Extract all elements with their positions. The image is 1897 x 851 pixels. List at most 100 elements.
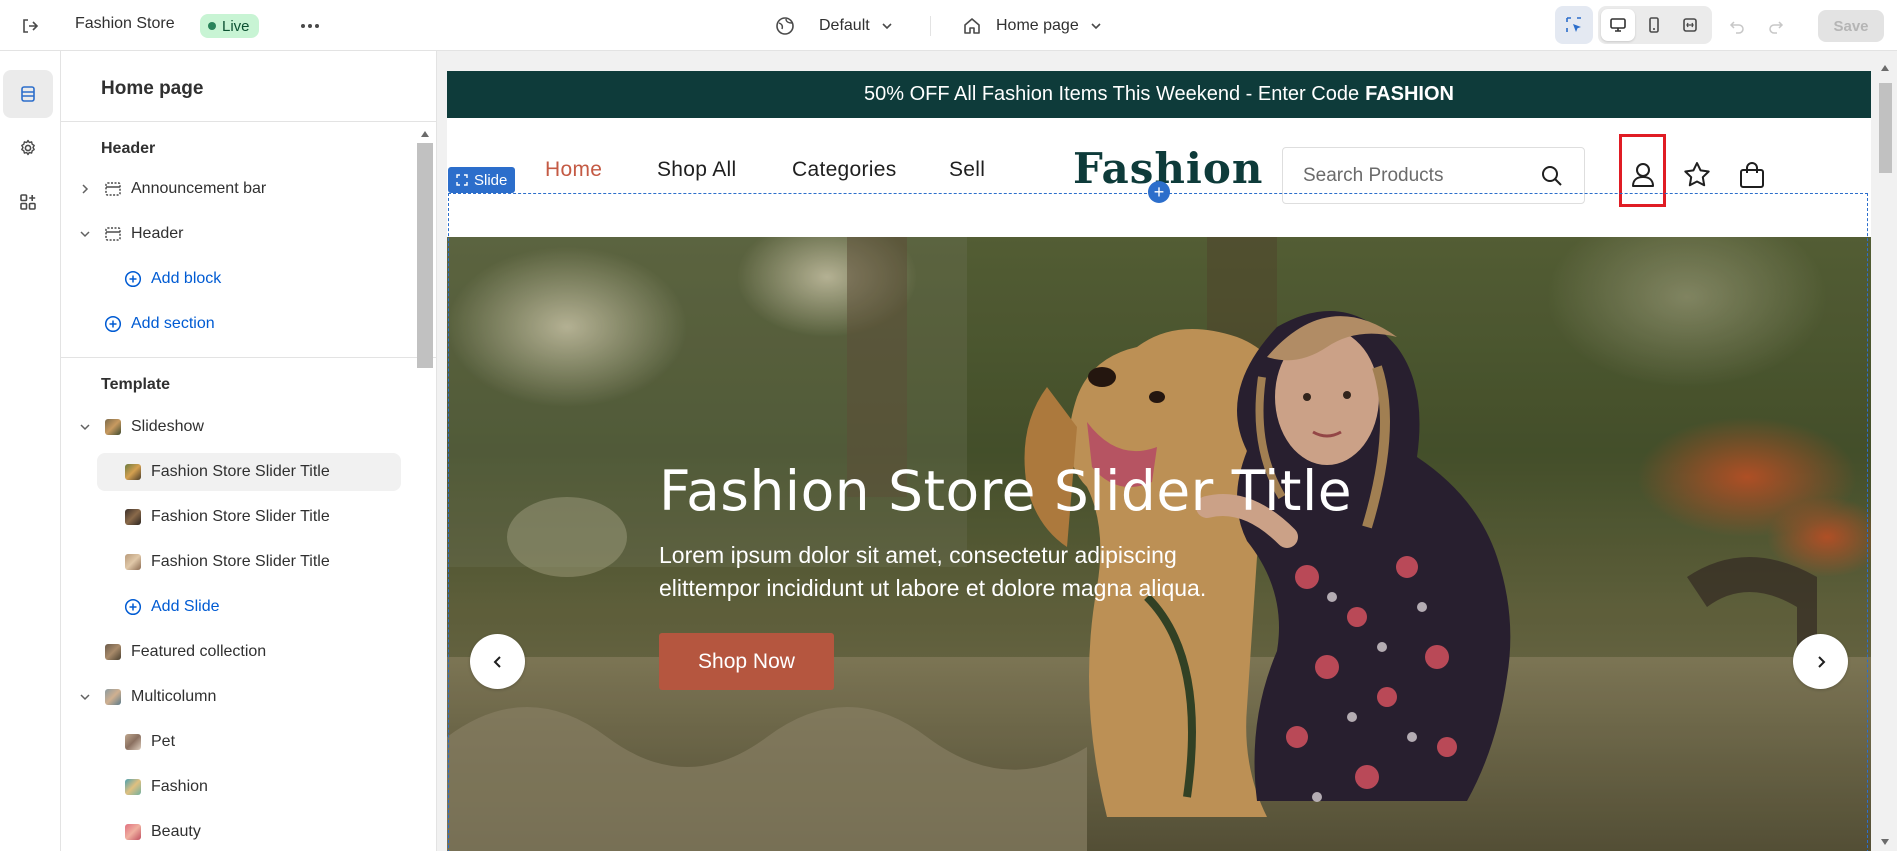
sidebar-item-label: Beauty — [151, 823, 201, 840]
search-icon — [1542, 165, 1562, 186]
add-block-label: Add block — [151, 270, 222, 287]
section-icon — [103, 179, 123, 199]
sidebar-item-featured-collection[interactable]: Featured collection — [103, 633, 423, 671]
plus-circle-icon — [123, 269, 143, 289]
apps-nav-button[interactable] — [3, 178, 53, 226]
device-switcher — [1598, 6, 1712, 44]
home-icon — [964, 18, 980, 34]
desktop-view-button[interactable] — [1601, 9, 1635, 41]
sidebar-item-label: Fashion — [151, 778, 208, 795]
status-badge-label: Live — [222, 17, 250, 35]
template-group-label: Template — [101, 376, 171, 393]
theme-selector[interactable]: Default — [775, 13, 894, 39]
preview-scrollbar[interactable] — [1874, 51, 1897, 851]
add-section-plus-icon[interactable]: + — [1148, 181, 1170, 203]
scroll-up-arrow-icon[interactable] — [1881, 65, 1889, 71]
sidebar-item-fashion[interactable]: Fashion — [123, 768, 436, 806]
editor-topbar: Fashion Store Live Default Home page Sav… — [0, 0, 1897, 51]
announcement-text: 50% OFF All Fashion Items This Weekend -… — [864, 83, 1360, 105]
selected-section-outline — [448, 193, 1868, 851]
chevron-down-icon[interactable] — [77, 691, 93, 703]
sidebar-item-label: Fashion Store Slider Title — [151, 553, 330, 570]
theme-settings-button[interactable] — [3, 124, 53, 172]
mobile-icon — [1649, 17, 1659, 33]
sidebar-item-label: Multicolumn — [131, 688, 217, 705]
nav-link-home[interactable]: Home — [545, 158, 602, 182]
gear-icon — [21, 139, 35, 156]
wishlist-star-icon[interactable] — [1680, 158, 1714, 192]
chevron-down-icon[interactable] — [77, 421, 93, 433]
slideshow-thumbnail-icon — [103, 417, 123, 437]
mobile-view-button[interactable] — [1637, 9, 1671, 41]
add-slide-button[interactable]: Add Slide — [123, 588, 436, 626]
sections-icon — [21, 86, 35, 102]
sidebar-item-label: Slideshow — [131, 418, 204, 435]
storefront-preview: 50% OFF All Fashion Items This Weekend -… — [447, 71, 1871, 851]
divider — [930, 16, 931, 36]
exit-icon[interactable] — [18, 14, 42, 38]
cart-bag-icon[interactable] — [1735, 158, 1769, 192]
status-badge: Live — [200, 14, 259, 38]
select-cursor-icon — [1566, 17, 1581, 32]
multicolumn-thumbnail-icon — [103, 687, 123, 707]
redo-icon[interactable] — [1765, 15, 1787, 37]
sidebar-item-label: Fashion Store Slider Title — [151, 463, 330, 480]
slide-thumbnail-icon — [123, 507, 143, 527]
scroll-up-arrow-icon[interactable] — [421, 131, 429, 137]
sidebar-item-beauty[interactable]: Beauty — [123, 813, 436, 851]
apps-icon — [20, 194, 36, 210]
sidebar-item-slideshow[interactable]: Slideshow — [77, 408, 397, 446]
store-name: Fashion Store — [75, 15, 175, 32]
desktop-icon — [1610, 18, 1626, 32]
sidebar-title: Home page — [101, 78, 204, 99]
slide-tag-label: Slide — [474, 171, 508, 189]
sidebar-item-label: Announcement bar — [131, 180, 267, 197]
fullscreen-view-button[interactable] — [1673, 9, 1707, 41]
sidebar-item-multicolumn[interactable]: Multicolumn — [77, 678, 397, 716]
fullscreen-icon — [1683, 18, 1697, 32]
add-section-button[interactable]: Add section — [103, 305, 423, 343]
add-section-label: Add section — [131, 315, 215, 332]
sidebar-item-label: Header — [131, 225, 184, 242]
column-thumbnail-icon — [123, 822, 143, 842]
announcement-bar[interactable]: 50% OFF All Fashion Items This Weekend -… — [447, 71, 1871, 118]
plus-circle-icon — [123, 597, 143, 617]
sidebar-item-slide-3[interactable]: Fashion Store Slider Title — [123, 543, 436, 581]
slide-tag[interactable]: Slide — [448, 167, 516, 193]
sidebar-item-label: Fashion Store Slider Title — [151, 508, 330, 525]
sidebar-item-pet[interactable]: Pet — [123, 723, 436, 761]
sidebar-item-label: Pet — [151, 733, 176, 750]
scrollbar-thumb[interactable] — [1879, 83, 1892, 173]
add-slide-label: Add Slide — [151, 598, 220, 615]
nav-link-shop-all[interactable]: Shop All — [657, 158, 736, 182]
sidebar-item-slide-2[interactable]: Fashion Store Slider Title — [123, 498, 436, 536]
sidebar-item-slide-1[interactable]: Fashion Store Slider Title — [97, 453, 401, 491]
search-placeholder: Search Products — [1303, 164, 1444, 186]
divider — [61, 357, 436, 358]
column-thumbnail-icon — [123, 732, 143, 752]
add-block-button[interactable]: Add block — [123, 260, 436, 298]
chevron-right-icon[interactable] — [77, 183, 93, 195]
chevron-down-icon — [1091, 23, 1101, 30]
page-label: Home page — [996, 17, 1079, 34]
plus-circle-icon — [103, 314, 123, 334]
page-selector[interactable]: Home page — [962, 13, 1103, 39]
chevron-down-icon[interactable] — [77, 228, 93, 240]
sections-nav-button[interactable] — [3, 70, 53, 118]
sidebar-item-label: Featured collection — [131, 643, 267, 660]
sidebar-scrollbar[interactable] — [417, 129, 433, 851]
editor-icon-rail — [0, 51, 61, 851]
more-actions-icon[interactable] — [296, 14, 324, 38]
slide-thumbnail-icon — [123, 462, 143, 482]
scrollbar-thumb[interactable] — [417, 143, 433, 368]
sidebar-item-header[interactable]: Header — [77, 215, 397, 253]
sidebar-item-announcement-bar[interactable]: Announcement bar — [77, 170, 397, 208]
undo-icon[interactable] — [1726, 15, 1748, 37]
nav-link-sell[interactable]: Sell — [949, 158, 985, 182]
header-group-label: Header — [101, 140, 156, 157]
nav-link-categories[interactable]: Categories — [792, 158, 897, 182]
scroll-down-arrow-icon[interactable] — [1881, 839, 1889, 845]
select-frame-icon — [456, 174, 468, 186]
inspector-toggle[interactable] — [1555, 6, 1593, 44]
save-button[interactable]: Save — [1818, 10, 1884, 42]
